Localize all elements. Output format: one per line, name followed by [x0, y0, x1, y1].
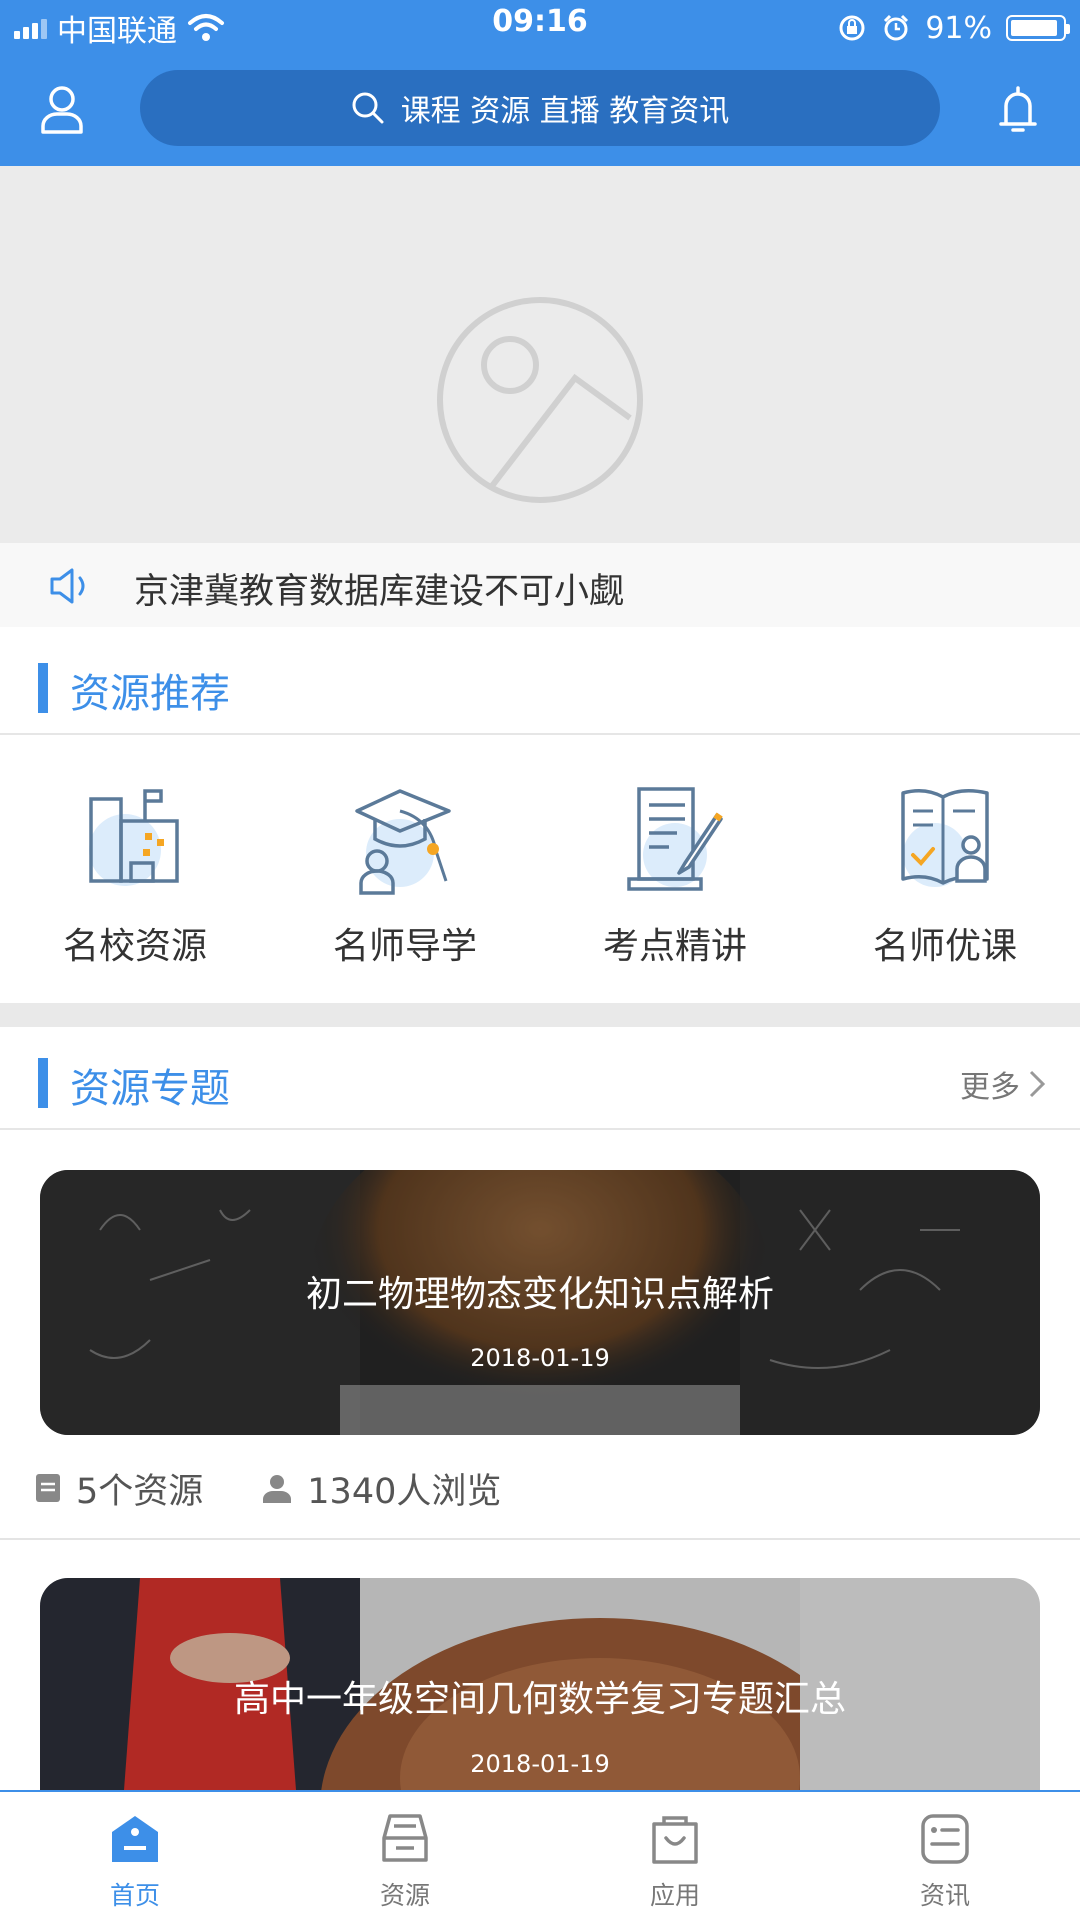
recommend-grid: 名校资源 名师导学 考点精讲 名师优课 — [0, 735, 1080, 1003]
card-meta: 5个资源 1340人浏览 — [34, 1462, 501, 1514]
topics-section-header: 资源专题 更多 — [0, 1030, 1080, 1130]
card-title: 初二物理物态变化知识点解析 — [305, 1274, 774, 1315]
card-title: 高中一年级空间几何数学复习专题汇总 — [233, 1679, 846, 1720]
category-exam-points[interactable]: 考点精讲 — [540, 735, 810, 1003]
section-accent-bar — [38, 663, 48, 713]
category-label: 名师导学 — [332, 926, 477, 967]
chevron-right-icon — [1029, 1070, 1046, 1098]
school-icon — [89, 789, 179, 886]
tab-label: 首页 — [109, 1881, 160, 1910]
image-placeholder-icon — [437, 297, 643, 503]
more-label: 更多 — [960, 1070, 1020, 1105]
topics-title: 资源专题 — [70, 1066, 230, 1112]
card-date: 2018-01-19 — [470, 1344, 610, 1372]
bottom-tab-bar: 首页 资源 应用 资讯 — [0, 1790, 1080, 1920]
resource-icon — [382, 1814, 428, 1862]
recommend-title: 资源推荐 — [70, 671, 230, 717]
tab-apps[interactable]: 应用 — [540, 1792, 810, 1922]
category-label: 考点精讲 — [602, 926, 747, 967]
tab-home[interactable]: 首页 — [0, 1792, 270, 1922]
graduation-cap-icon — [355, 789, 451, 895]
status-bar: 中国联通 09:16 91% — [0, 0, 1080, 56]
divider — [0, 1538, 1080, 1540]
recommend-section-header: 资源推荐 — [0, 635, 1080, 735]
document-icon — [36, 1474, 60, 1502]
home-icon — [112, 1816, 158, 1862]
bell-icon[interactable] — [998, 84, 1038, 136]
news-icon — [921, 1814, 969, 1864]
banner-carousel[interactable] — [0, 166, 1080, 543]
header: 课程 资源 直播 教育资讯 — [0, 56, 1080, 166]
speaker-icon — [50, 568, 85, 604]
search-icon — [352, 92, 384, 124]
document-pen-icon — [627, 787, 723, 891]
user-profile-icon[interactable] — [40, 84, 84, 134]
battery-icon — [1006, 15, 1070, 41]
bag-icon — [652, 1816, 698, 1864]
section-gap — [0, 1003, 1080, 1027]
category-label: 名师优课 — [872, 926, 1017, 967]
category-quality-course[interactable]: 名师优课 — [810, 735, 1080, 1003]
more-link[interactable]: 更多 — [960, 1062, 1046, 1106]
card-date: 2018-01-19 — [470, 1750, 610, 1778]
notice-bar[interactable]: 京津冀教育数据库建设不可小觑 — [0, 543, 1080, 627]
search-bar[interactable]: 课程 资源 直播 教育资讯 — [140, 70, 940, 146]
category-label: 名校资源 — [62, 926, 207, 967]
rotation-lock-icon — [839, 15, 865, 41]
tab-resources[interactable]: 资源 — [270, 1792, 540, 1922]
tab-label: 资源 — [379, 1881, 430, 1910]
search-placeholder: 课程 资源 直播 教育资讯 — [400, 94, 730, 129]
book-teacher-icon — [901, 789, 989, 887]
category-teacher-guide[interactable]: 名师导学 — [270, 735, 540, 1003]
resource-count: 5个资源 — [76, 1471, 204, 1512]
notice-text: 京津冀教育数据库建设不可小觑 — [134, 572, 625, 612]
tab-news[interactable]: 资讯 — [810, 1792, 1080, 1922]
person-icon — [263, 1475, 292, 1503]
section-accent-bar — [38, 1058, 48, 1108]
topic-card[interactable]: 初二物理物态变化知识点解析 2018-01-19 — [40, 1170, 1040, 1435]
view-count: 1340人浏览 — [307, 1471, 502, 1512]
category-famous-school[interactable]: 名校资源 — [0, 735, 270, 1003]
alarm-icon — [884, 14, 909, 41]
tab-label: 应用 — [649, 1881, 700, 1910]
tab-label: 资讯 — [919, 1881, 970, 1910]
battery-percent: 91% — [925, 10, 992, 46]
